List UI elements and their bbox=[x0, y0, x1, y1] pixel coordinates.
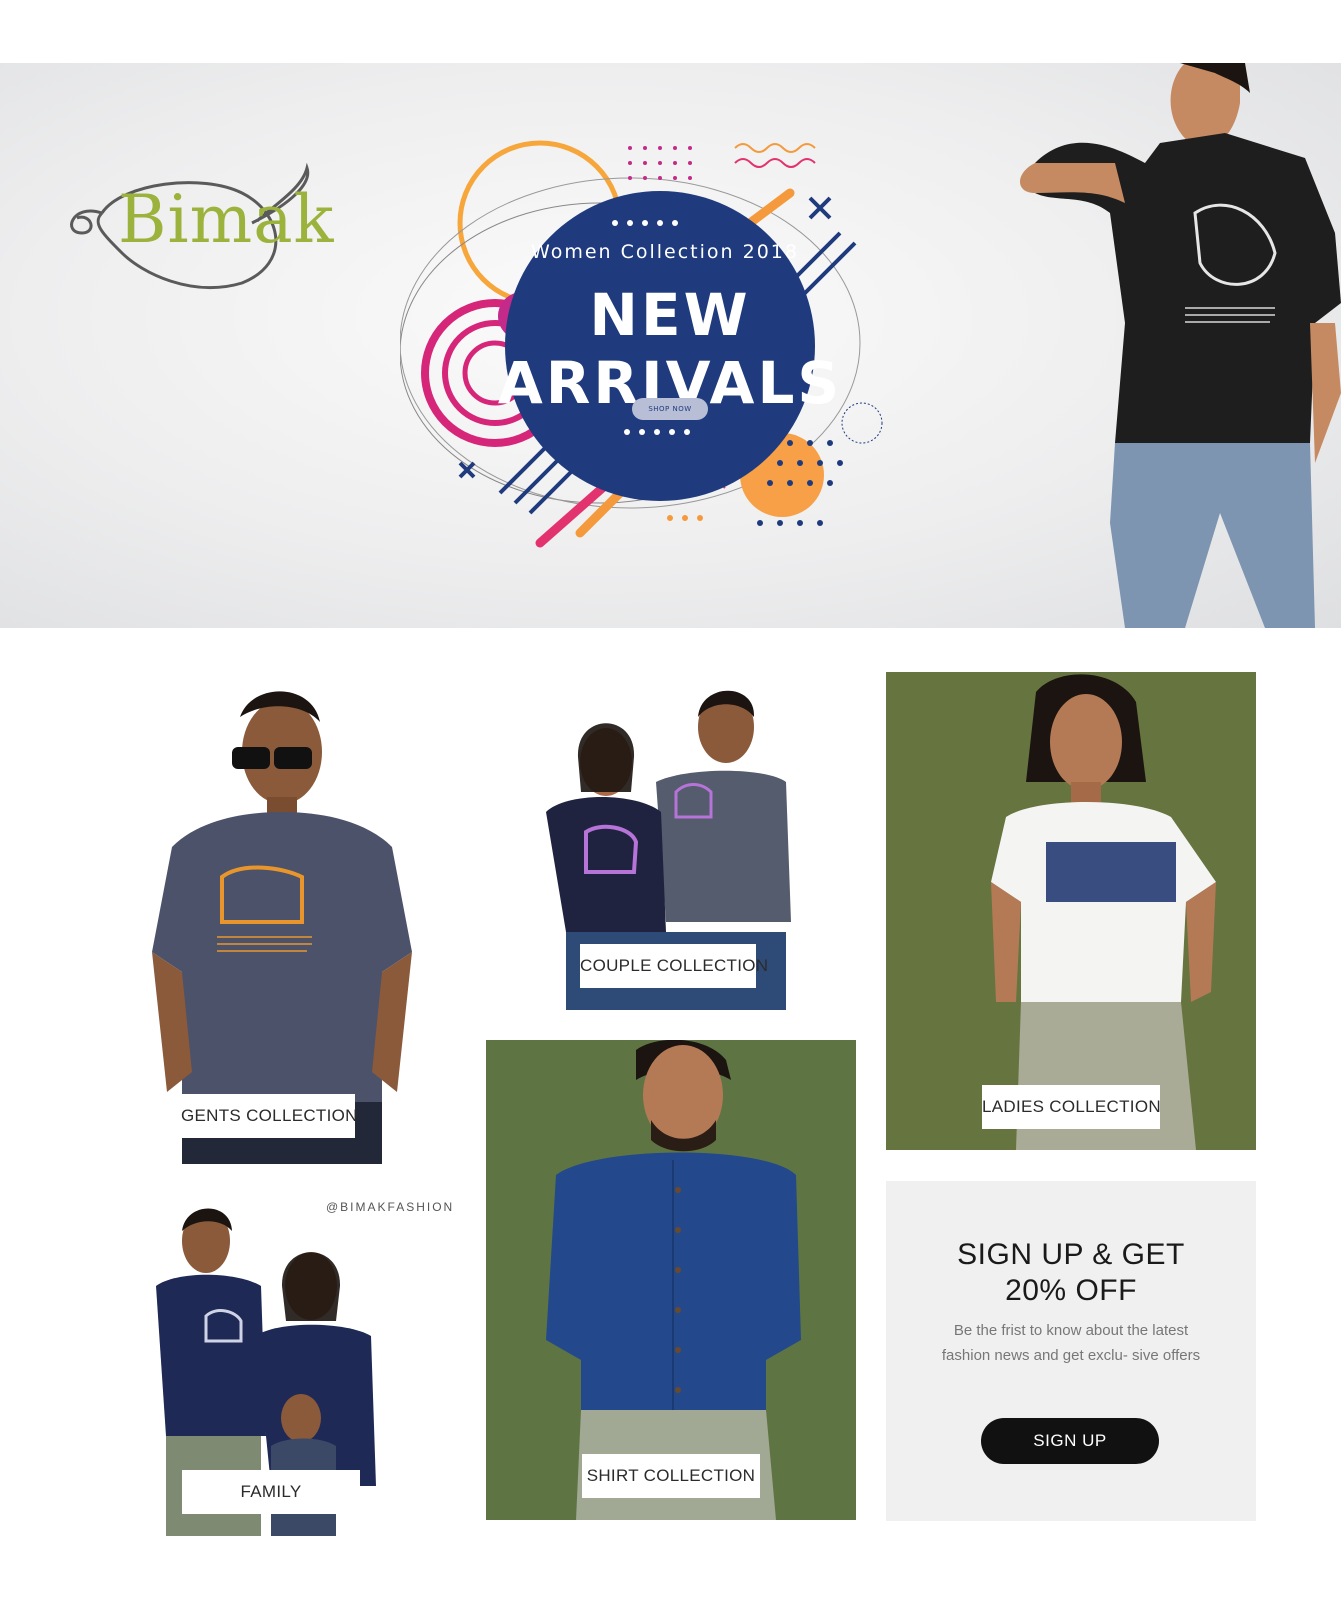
ladies-collection-label[interactable]: LADIES COLLECTION bbox=[982, 1085, 1161, 1129]
gents-model-image bbox=[152, 691, 412, 1164]
ladies-collection-tile[interactable]: LADIES COLLECTION bbox=[886, 672, 1256, 1150]
family-tile[interactable]: @BIMAKFASHION FAMILY bbox=[86, 1196, 455, 1536]
couple-collection-label[interactable]: COUPLE COLLECTION bbox=[580, 944, 768, 988]
gents-collection-label[interactable]: GENTS COLLECTION bbox=[181, 1094, 357, 1138]
shirt-collection-label[interactable]: SHIRT COLLECTION bbox=[582, 1454, 760, 1498]
hero-title: NEW ARRIVALS bbox=[497, 281, 843, 417]
signup-description: Be the frist to know about the latest fa… bbox=[941, 1322, 1201, 1364]
signup-button[interactable]: SIGN UP bbox=[981, 1418, 1159, 1464]
hero-banner[interactable]: Bimak Women Collection 2018 NEW ARRIVALS… bbox=[0, 63, 1341, 628]
signup-title-line2: 20% OFF bbox=[1005, 1274, 1137, 1307]
dots-decoration-icon bbox=[624, 429, 690, 435]
shop-now-button[interactable]: SHOP NOW bbox=[632, 398, 708, 420]
couple-collection-tile[interactable]: COUPLE COLLECTION bbox=[486, 672, 856, 1010]
signup-promo: SIGN UP & GET 20% OFF Be the frist to kn… bbox=[886, 1181, 1256, 1521]
shirt-model-image bbox=[546, 1040, 801, 1520]
hero-model-image bbox=[1020, 63, 1341, 628]
bimakfashion-tag: @BIMAKFASHION bbox=[326, 1200, 455, 1214]
bimak-logo[interactable]: Bimak bbox=[62, 162, 334, 303]
hero-subtitle: Women Collection 2018 bbox=[531, 241, 799, 263]
signup-title: SIGN UP & GET 20% OFF bbox=[886, 1237, 1256, 1309]
signup-title-line1: SIGN UP & GET bbox=[957, 1238, 1185, 1271]
ladies-model-image bbox=[991, 674, 1216, 1150]
logo-text: Bimak bbox=[118, 181, 335, 258]
dots-decoration-icon bbox=[612, 220, 678, 226]
gents-collection-tile[interactable]: GENTS COLLECTION bbox=[112, 672, 455, 1164]
shirt-collection-tile[interactable]: SHIRT COLLECTION bbox=[486, 1040, 856, 1520]
family-label[interactable]: FAMILY bbox=[182, 1470, 360, 1514]
